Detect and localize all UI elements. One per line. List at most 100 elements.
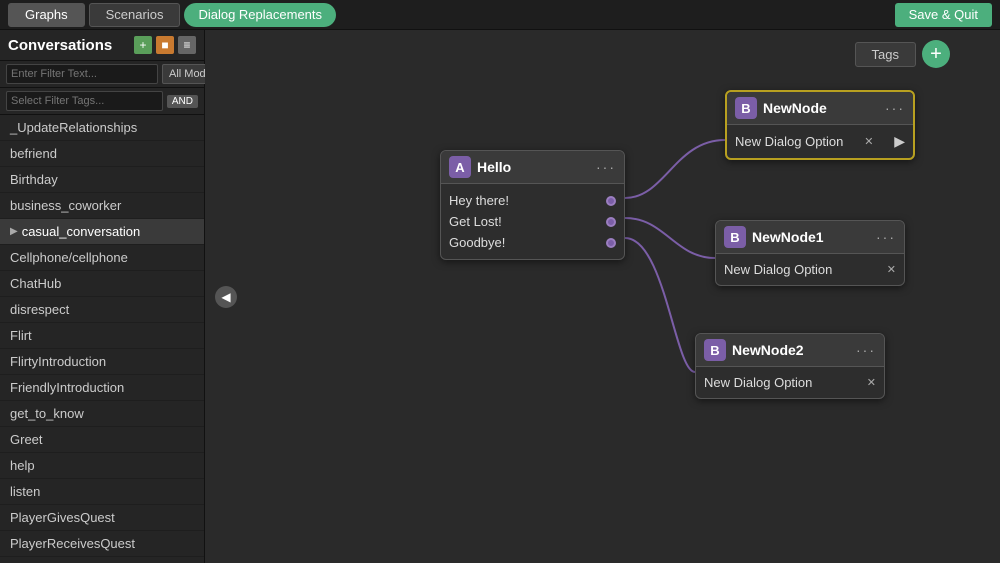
- node-newnode1-header: B NewNode1 ···: [716, 221, 904, 254]
- sidebar-item-6[interactable]: ChatHub: [0, 271, 204, 297]
- dialog-option-getlost: Get Lost!: [449, 211, 616, 232]
- node-hello-header: A Hello ···: [441, 151, 624, 184]
- dialog-option-hey: Hey there!: [449, 190, 616, 211]
- sidebar-item-8[interactable]: Flirt: [0, 323, 204, 349]
- sidebar-item-16[interactable]: PlayerReceivesQuest: [0, 531, 204, 557]
- node-b-letter-2: B: [704, 339, 726, 361]
- add-node-button[interactable]: +: [922, 40, 950, 68]
- newnode-option: New Dialog Option ✕ ▶: [735, 133, 905, 150]
- tab-graphs[interactable]: Graphs: [8, 3, 85, 27]
- newnode1-option: New Dialog Option ✕: [724, 262, 896, 277]
- node-newnode[interactable]: B NewNode ··· New Dialog Option ✕ ▶: [725, 90, 915, 160]
- sidebar-header: Conversations + ■ ≡: [0, 30, 204, 61]
- node-newnode-title: NewNode: [763, 100, 879, 116]
- tags-filter-input[interactable]: [6, 91, 163, 111]
- cursor-icon-0: ▶: [894, 133, 905, 150]
- sidebar-item-4[interactable]: ▶casual_conversation: [0, 219, 204, 245]
- sidebar-item-label-4: casual_conversation: [22, 224, 141, 239]
- sidebar-item-14[interactable]: listen: [0, 479, 204, 505]
- sidebar-item-label-2: Birthday: [10, 172, 58, 187]
- sidebar-item-11[interactable]: get_to_know: [0, 401, 204, 427]
- sidebar-item-2[interactable]: Birthday: [0, 167, 204, 193]
- newnode2-option: New Dialog Option ✕: [704, 375, 876, 390]
- top-bar: Graphs Scenarios Dialog Replacements Sav…: [0, 0, 1000, 30]
- sidebar-item-label-15: PlayerGivesQuest: [10, 510, 115, 525]
- node-newnode1-menu[interactable]: ···: [876, 229, 896, 245]
- sidebar-item-3[interactable]: business_coworker: [0, 193, 204, 219]
- sidebar-item-15[interactable]: PlayerGivesQuest: [0, 505, 204, 531]
- sidebar-list: _UpdateRelationships befriend Birthday busi…: [0, 115, 204, 563]
- tab-scenarios[interactable]: Scenarios: [89, 3, 181, 27]
- node-a-letter: A: [449, 156, 471, 178]
- node-hello-title: Hello: [477, 159, 590, 175]
- newnode-option-remove[interactable]: ✕: [864, 135, 873, 148]
- scroll-arrow[interactable]: ◀: [215, 286, 237, 308]
- save-quit-button[interactable]: Save & Quit: [895, 3, 992, 27]
- node-newnode2-body: New Dialog Option ✕: [696, 367, 884, 398]
- tags-area: Tags +: [855, 40, 950, 68]
- newnode-option-label: New Dialog Option: [735, 134, 843, 149]
- sidebar-item-label-11: get_to_know: [10, 406, 84, 421]
- connector-dot-goodbye[interactable]: [606, 238, 616, 248]
- sidebar-item-label-7: disrespect: [10, 302, 69, 317]
- sidebar-tags-row: AND: [0, 88, 204, 115]
- connector-dot-getlost[interactable]: [606, 217, 616, 227]
- sidebar-filter-row: All Mods: [0, 61, 204, 88]
- sidebar-item-13[interactable]: help: [0, 453, 204, 479]
- dialog-option-goodbye-label: Goodbye!: [449, 235, 505, 250]
- newnode2-option-remove[interactable]: ✕: [867, 376, 876, 389]
- node-b-letter-0: B: [735, 97, 757, 119]
- node-hello-menu[interactable]: ···: [596, 159, 616, 175]
- sidebar-item-7[interactable]: disrespect: [0, 297, 204, 323]
- tags-button[interactable]: Tags: [855, 42, 916, 67]
- sidebar-item-5[interactable]: Cellphone/cellphone: [0, 245, 204, 271]
- newnode1-option-remove[interactable]: ✕: [887, 263, 896, 276]
- node-newnode2-header: B NewNode2 ···: [696, 334, 884, 367]
- filter-input[interactable]: [6, 64, 158, 84]
- node-newnode-header: B NewNode ···: [727, 92, 913, 125]
- dialog-replacements-button[interactable]: Dialog Replacements: [184, 3, 336, 27]
- sidebar-item-label-12: Greet: [10, 432, 43, 447]
- main-layout: Conversations + ■ ≡ All Mods AND _Update…: [0, 30, 1000, 563]
- sidebar-item-label-5: Cellphone/cellphone: [10, 250, 128, 265]
- sidebar-item-label-8: Flirt: [10, 328, 32, 343]
- sidebar-item-label-0: _UpdateRelationships: [10, 120, 137, 135]
- node-newnode-menu[interactable]: ···: [885, 100, 905, 116]
- sidebar-item-label-14: listen: [10, 484, 40, 499]
- node-newnode2-title: NewNode2: [732, 342, 850, 358]
- sidebar-item-label-6: ChatHub: [10, 276, 61, 291]
- sidebar-item-label-13: help: [10, 458, 35, 473]
- sidebar-item-label-1: befriend: [10, 146, 57, 161]
- sidebar-item-1[interactable]: befriend: [0, 141, 204, 167]
- node-hello[interactable]: A Hello ··· Hey there! Get Lost! Goodbye…: [440, 150, 625, 260]
- sidebar-item-label-9: FlirtyIntroduction: [10, 354, 106, 369]
- newnode2-option-label: New Dialog Option: [704, 375, 812, 390]
- node-newnode1[interactable]: B NewNode1 ··· New Dialog Option ✕: [715, 220, 905, 286]
- and-badge: AND: [167, 95, 198, 108]
- sidebar-edit-button[interactable]: ■: [156, 36, 174, 54]
- newnode1-option-label: New Dialog Option: [724, 262, 832, 277]
- node-newnode1-body: New Dialog Option ✕: [716, 254, 904, 285]
- sidebar: Conversations + ■ ≡ All Mods AND _Update…: [0, 30, 205, 563]
- node-newnode2[interactable]: B NewNode2 ··· New Dialog Option ✕: [695, 333, 885, 399]
- dialog-option-hey-label: Hey there!: [449, 193, 509, 208]
- sidebar-item-label-10: FriendlyIntroduction: [10, 380, 124, 395]
- sidebar-menu-button[interactable]: ≡: [178, 36, 196, 54]
- node-newnode2-menu[interactable]: ···: [856, 342, 876, 358]
- connector-dot-hey[interactable]: [606, 196, 616, 206]
- node-newnode1-title: NewNode1: [752, 229, 870, 245]
- node-hello-body: Hey there! Get Lost! Goodbye!: [441, 184, 624, 259]
- sidebar-title: Conversations: [8, 37, 130, 54]
- sidebar-item-12[interactable]: Greet: [0, 427, 204, 453]
- dialog-option-getlost-label: Get Lost!: [449, 214, 502, 229]
- node-b-letter-1: B: [724, 226, 746, 248]
- canvas-area[interactable]: Tags + ◀ A Hello ··· Hey there!: [205, 30, 1000, 563]
- sidebar-item-10[interactable]: FriendlyIntroduction: [0, 375, 204, 401]
- sidebar-item-label-3: business_coworker: [10, 198, 121, 213]
- node-newnode-body: New Dialog Option ✕ ▶: [727, 125, 913, 158]
- dialog-option-goodbye: Goodbye!: [449, 232, 616, 253]
- sidebar-add-button[interactable]: +: [134, 36, 152, 54]
- sidebar-item-9[interactable]: FlirtyIntroduction: [0, 349, 204, 375]
- sidebar-item-label-16: PlayerReceivesQuest: [10, 536, 135, 551]
- sidebar-item-0[interactable]: _UpdateRelationships: [0, 115, 204, 141]
